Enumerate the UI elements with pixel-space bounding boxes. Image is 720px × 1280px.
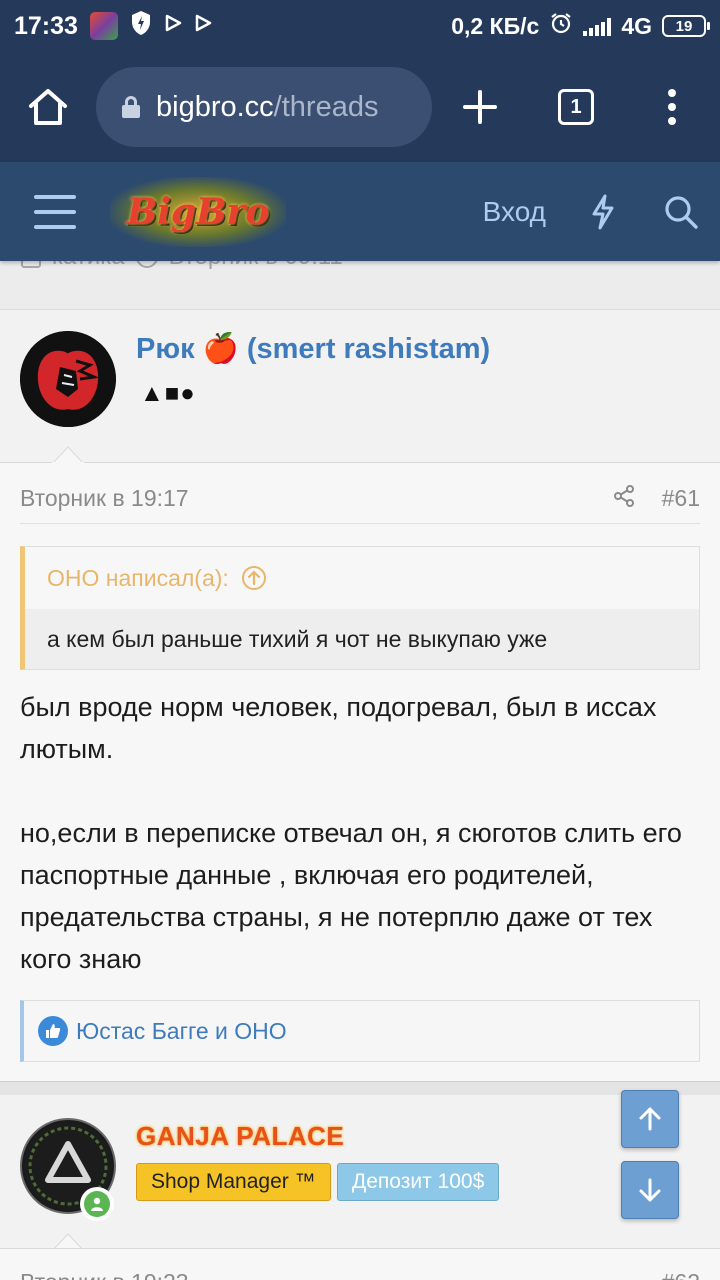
- alarm-icon: [549, 11, 573, 41]
- browser-menu-button[interactable]: [624, 52, 720, 162]
- user-badge-manager: Shop Manager ™: [136, 1163, 331, 1201]
- site-logo[interactable]: BigBro: [110, 176, 286, 247]
- clock-icon: [136, 261, 157, 268]
- play-notification-icon-2: [194, 14, 212, 38]
- signal-icon: [583, 16, 612, 36]
- app-notification-icon: [89, 12, 118, 40]
- lock-icon: [122, 96, 140, 118]
- post-body: был вроде норм человек, подогревал, был …: [20, 686, 700, 980]
- tabs-button[interactable]: 1: [528, 52, 624, 162]
- status-time: 17:33: [14, 11, 78, 40]
- user-badge-deposit: Депозит 100$: [337, 1163, 500, 1201]
- login-link[interactable]: Вход: [483, 196, 546, 228]
- post-number[interactable]: #61: [662, 485, 700, 512]
- message-pointer: [52, 446, 84, 464]
- avatar[interactable]: [20, 331, 116, 427]
- previous-post-date[interactable]: Вторник в 09:11: [169, 261, 343, 271]
- online-status-icon: [80, 1187, 114, 1221]
- url-bar[interactable]: bigbro.cc/threads: [96, 67, 432, 147]
- menu-button[interactable]: [0, 162, 110, 261]
- like-icon: [38, 1016, 68, 1046]
- battery-icon: 19: [662, 15, 710, 37]
- play-notification-icon: [164, 14, 182, 38]
- previous-post-meta: катика Вторник в 09:11: [0, 261, 720, 309]
- status-bar: 17:33 0,2 КБ/с 4G 19: [0, 0, 720, 52]
- network-speed: 0,2 КБ/с: [451, 12, 540, 39]
- scroll-to-bottom-button[interactable]: [621, 1161, 679, 1219]
- reactions-bar[interactable]: Юстас Багге и ОНО: [20, 1000, 700, 1062]
- post-date[interactable]: Вторник в 19:17: [20, 485, 189, 512]
- post-61: Рюк 🍎 (smert rashistam) ▲■● Вторник в 19…: [0, 309, 720, 1081]
- quote-block: ОНО написал(а): а кем был раньше тихий я…: [20, 546, 700, 670]
- hamburger-icon: [34, 194, 76, 229]
- browser-toolbar: bigbro.cc/threads 1: [0, 52, 720, 162]
- whats-new-button[interactable]: [564, 162, 642, 261]
- post-date[interactable]: Вторник в 19:23: [20, 1269, 189, 1280]
- post-username[interactable]: GANJA PALACE: [136, 1121, 344, 1152]
- user-icon: [21, 261, 41, 268]
- home-button[interactable]: [0, 52, 96, 162]
- quote-text: а кем был раньше тихий я чот не выкупаю …: [25, 609, 699, 669]
- network-type: 4G: [621, 12, 652, 39]
- reactions-users[interactable]: Юстас Багге и ОНО: [76, 1018, 287, 1045]
- quote-header[interactable]: ОНО написал(а):: [25, 547, 699, 609]
- post-paragraph: но,если в переписке отвечал он, я сюгото…: [20, 818, 682, 974]
- post-paragraph: был вроде норм человек, подогревал, был …: [20, 692, 657, 764]
- post-user-block: Рюк 🍎 (smert rashistam) ▲■●: [0, 310, 720, 464]
- search-button[interactable]: [642, 162, 720, 261]
- new-tab-button[interactable]: [432, 52, 528, 162]
- home-icon: [29, 89, 67, 125]
- url-path: /threads: [273, 90, 379, 123]
- arrow-up-icon: [639, 1107, 661, 1131]
- arrow-down-icon: [639, 1178, 661, 1202]
- post-meta: Вторник в 19:23 #62: [0, 1248, 720, 1280]
- post-divider: [0, 1081, 720, 1095]
- post-meta: Вторник в 19:17 #61: [20, 480, 700, 524]
- scroll-to-top-button[interactable]: [621, 1090, 679, 1148]
- arrow-up-circle-icon[interactable]: [241, 565, 267, 591]
- share-icon[interactable]: [612, 484, 636, 513]
- post-62: GANJA PALACE Shop Manager ™ Депозит 100$…: [0, 1095, 720, 1280]
- battery-level: 19: [675, 17, 693, 35]
- post-username[interactable]: Рюк 🍎 (smert rashistam): [136, 332, 490, 366]
- previous-post-author[interactable]: катика: [52, 261, 125, 271]
- quote-author: ОНО написал(а):: [47, 564, 229, 591]
- tabs-count: 1: [558, 89, 594, 125]
- shield-notification-icon: [130, 10, 152, 42]
- url-host: bigbro.cc: [156, 90, 274, 123]
- user-title: ▲■●: [140, 380, 196, 407]
- post-number[interactable]: #62: [662, 1269, 700, 1280]
- search-icon: [665, 195, 698, 229]
- site-header: BigBro Вход: [0, 162, 720, 261]
- logo-text: BigBro: [126, 190, 270, 233]
- lightning-icon: [592, 194, 614, 229]
- plus-icon: [463, 90, 497, 124]
- more-vertical-icon: [668, 89, 676, 125]
